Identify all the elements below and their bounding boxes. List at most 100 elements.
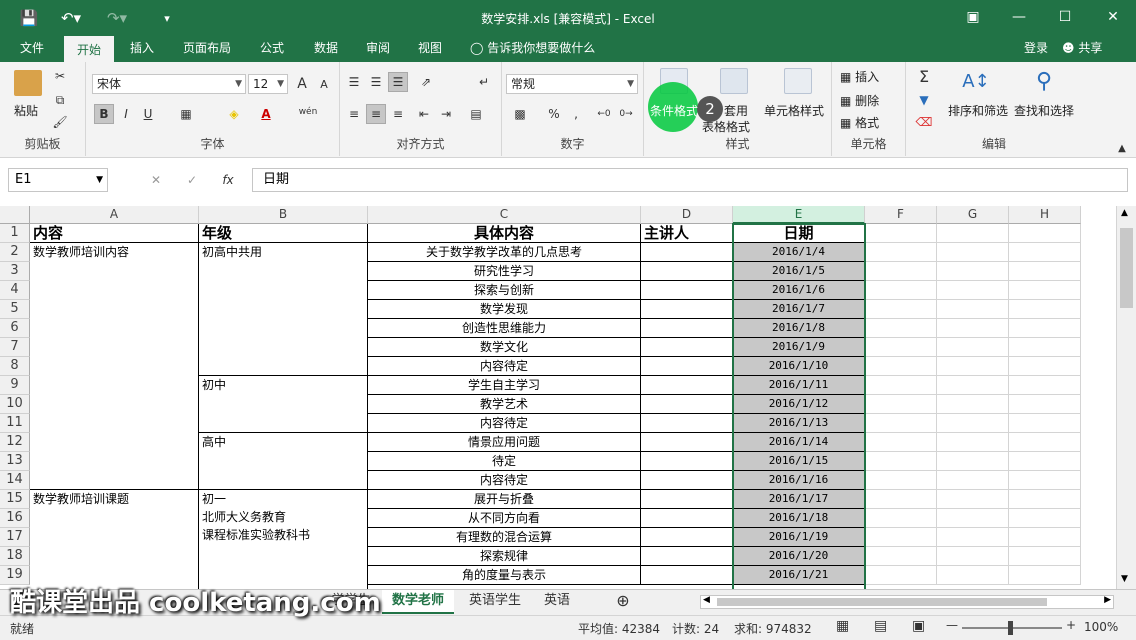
column-header-e[interactable]: E <box>733 206 865 224</box>
cell-e10[interactable]: 2016/1/12 <box>733 395 865 414</box>
cell-d13[interactable] <box>641 452 733 471</box>
empty-cell[interactable] <box>1009 243 1081 262</box>
tab-formulas[interactable]: 公式 <box>250 36 294 62</box>
cell-c1[interactable]: 具体内容 <box>368 224 641 243</box>
fill-color-icon[interactable]: ◈ <box>224 104 244 124</box>
number-format-select[interactable]: 常规 ▼ <box>506 74 638 94</box>
row-header-12[interactable]: 12 <box>0 433 30 452</box>
align-middle-icon[interactable]: ☰ <box>366 72 386 92</box>
empty-cell[interactable] <box>1009 262 1081 281</box>
autosum-icon[interactable]: Σ <box>914 66 934 86</box>
worksheet-grid[interactable]: ABCDEFGH 1 2 3 4 5 6 7 8 9 10 11 12 13 14 15 16 17 18 19 内… <box>0 206 1116 589</box>
empty-cell[interactable] <box>865 338 937 357</box>
wrap-text-icon[interactable]: ↵ <box>474 72 494 92</box>
empty-cell[interactable] <box>937 547 1009 566</box>
collapse-ribbon-icon[interactable]: ▲ <box>1112 138 1132 158</box>
increase-indent-icon[interactable]: ⇥ <box>436 104 456 124</box>
cell-d10[interactable] <box>641 395 733 414</box>
column-header-b[interactable]: B <box>199 206 368 224</box>
cell-c9[interactable]: 学生自主学习 <box>368 376 641 395</box>
empty-cell[interactable] <box>1009 395 1081 414</box>
delete-cells-button[interactable]: ▦ 删除 <box>840 92 879 109</box>
empty-cell[interactable] <box>1009 357 1081 376</box>
cell-e8[interactable]: 2016/1/10 <box>733 357 865 376</box>
cell-c4[interactable]: 探索与创新 <box>368 281 641 300</box>
formula-input[interactable]: 日期 <box>252 168 1128 192</box>
shrink-font-button[interactable]: A <box>314 74 334 94</box>
login-link[interactable]: 登录 <box>1024 36 1048 60</box>
align-left-icon[interactable]: ≡ <box>344 104 364 124</box>
empty-cell[interactable] <box>865 395 937 414</box>
ribbon-display-icon[interactable]: ▣ <box>950 4 996 30</box>
conditional-format-label[interactable]: 条件格式 <box>650 102 698 119</box>
tab-home[interactable]: 开始 <box>64 36 114 62</box>
name-box[interactable]: E1 ▼ <box>8 168 108 192</box>
empty-cell[interactable] <box>937 300 1009 319</box>
cancel-icon[interactable]: ✕ <box>146 170 166 190</box>
cell-d15[interactable] <box>641 490 733 509</box>
close-icon[interactable]: ✕ <box>1090 4 1136 30</box>
cell-e15[interactable]: 2016/1/17 <box>733 490 865 509</box>
align-bottom-icon[interactable]: ☰ <box>388 72 408 92</box>
cell-c7[interactable]: 数学文化 <box>368 338 641 357</box>
empty-cell[interactable] <box>1009 414 1081 433</box>
cell-d12[interactable] <box>641 433 733 452</box>
clear-icon[interactable]: ⌫ <box>914 112 934 132</box>
insert-cells-button[interactable]: ▦ 插入 <box>840 68 879 85</box>
empty-cell[interactable] <box>865 528 937 547</box>
table-format-icon[interactable] <box>720 68 748 94</box>
sheet-tab-english-student[interactable]: 英语学生 <box>460 590 530 614</box>
cell-e4[interactable]: 2016/1/6 <box>733 281 865 300</box>
empty-cell[interactable] <box>865 509 937 528</box>
cell-e3[interactable]: 2016/1/5 <box>733 262 865 281</box>
cell-d4[interactable] <box>641 281 733 300</box>
row-header-17[interactable]: 17 <box>0 528 30 547</box>
cell-e13[interactable]: 2016/1/15 <box>733 452 865 471</box>
cell-d6[interactable] <box>641 319 733 338</box>
cell-d14[interactable] <box>641 471 733 490</box>
empty-cell[interactable] <box>937 281 1009 300</box>
zoom-in-icon[interactable]: + <box>1066 618 1076 632</box>
row-header-2[interactable]: 2 <box>0 243 30 262</box>
cell-e12[interactable]: 2016/1/14 <box>733 433 865 452</box>
empty-cell[interactable] <box>937 528 1009 547</box>
cell-d17[interactable] <box>641 528 733 547</box>
cell-d9[interactable] <box>641 376 733 395</box>
column-header-a[interactable]: A <box>30 206 199 224</box>
row-header-4[interactable]: 4 <box>0 281 30 300</box>
cell-e19[interactable]: 2016/1/21 <box>733 566 865 585</box>
align-center-icon[interactable]: ≡ <box>366 104 386 124</box>
maximize-icon[interactable]: ☐ <box>1042 4 1088 30</box>
scroll-down-icon[interactable]: ▼ <box>1121 574 1128 584</box>
empty-cell[interactable] <box>865 357 937 376</box>
orientation-icon[interactable]: ⇗ <box>416 72 436 92</box>
cell-e2[interactable]: 2016/1/4 <box>733 243 865 262</box>
cell-c8[interactable]: 内容待定 <box>368 357 641 376</box>
empty-cell[interactable] <box>865 433 937 452</box>
cell-e7[interactable]: 2016/1/9 <box>733 338 865 357</box>
percent-button[interactable]: % <box>544 104 564 124</box>
cell-d1[interactable]: 主讲人 <box>641 224 733 243</box>
underline-button[interactable]: U <box>138 104 158 124</box>
empty-cell[interactable] <box>937 319 1009 338</box>
cell-b15-merged[interactable]: 初一 北师大义务教育 课程标准实验教科书 <box>199 490 368 589</box>
row-header-1[interactable]: 1 <box>0 224 30 243</box>
tab-review[interactable]: 审阅 <box>356 36 400 62</box>
tab-view[interactable]: 视图 <box>408 36 452 62</box>
empty-cell[interactable] <box>865 300 937 319</box>
row-header-5[interactable]: 5 <box>0 300 30 319</box>
align-right-icon[interactable]: ≡ <box>388 104 408 124</box>
zoom-slider[interactable] <box>962 621 1062 635</box>
scroll-thumb[interactable] <box>1120 228 1133 308</box>
empty-cell[interactable] <box>937 243 1009 262</box>
cell-c16[interactable]: 从不同方向看 <box>368 509 641 528</box>
font-name-select[interactable]: 宋体 ▼ <box>92 74 246 94</box>
fill-icon[interactable]: ▼ <box>914 90 934 110</box>
cell-e1[interactable]: 日期 <box>733 224 865 243</box>
cell-a15-merged[interactable]: 数学教师培训课题 <box>30 490 199 589</box>
add-sheet-icon[interactable]: ⊕ <box>608 590 638 614</box>
empty-cell[interactable] <box>937 262 1009 281</box>
sort-filter-icon[interactable]: A↕ <box>962 68 990 94</box>
format-cells-button[interactable]: ▦ 格式 <box>840 114 879 131</box>
column-header-c[interactable]: C <box>368 206 641 224</box>
